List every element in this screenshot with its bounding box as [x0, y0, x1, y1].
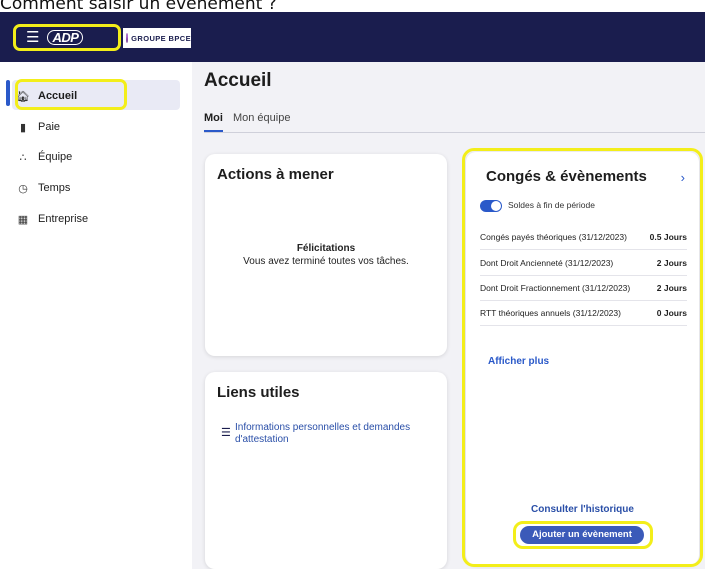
hamburger-icon[interactable]: ☰ — [26, 30, 39, 45]
tab-moi[interactable]: Moi — [204, 112, 223, 132]
tab-bar: Moi Mon équipe — [204, 112, 290, 132]
clock-icon: ◷ — [18, 182, 28, 195]
bpce-logo-icon — [126, 33, 129, 43]
useful-links-title: Liens utiles — [217, 384, 300, 401]
sidebar — [0, 62, 192, 569]
actions-message-title: Félicitations — [296, 243, 356, 254]
building-icon: ▦ — [17, 213, 29, 226]
brand-name: GROUPE BPCE — [131, 33, 191, 43]
tab-mon-equipe[interactable]: Mon équipe — [233, 112, 291, 132]
sidebar-item-temps[interactable]: ◷ Temps — [16, 178, 70, 198]
sidebar-item-label: Équipe — [38, 151, 73, 163]
useful-links-card: Liens utiles ☰ Informations personnelles… — [205, 372, 447, 569]
menu-highlight: ☰ ADP — [13, 24, 121, 51]
add-event-highlight — [513, 521, 653, 549]
adp-logo: ADP — [47, 30, 84, 45]
actions-message: Félicitations Vous avez terminé toutes v… — [205, 242, 447, 268]
tabs-divider — [204, 132, 705, 133]
team-icon: ∴ — [19, 151, 27, 164]
sidebar-item-label: Paie — [38, 121, 61, 133]
sidebar-item-label: Temps — [38, 182, 71, 194]
sidebar-active-indicator — [6, 80, 10, 106]
sidebar-item-equipe[interactable]: ∴ Équipe — [16, 147, 73, 167]
actions-message-body: Vous avez terminé toutes vos tâches. — [243, 256, 409, 267]
database-icon: ☰ — [221, 427, 231, 439]
sidebar-item-entreprise[interactable]: ▦ Entreprise — [16, 209, 88, 229]
page-title: Accueil — [204, 70, 272, 91]
money-icon: ▮ — [19, 121, 27, 134]
actions-card: Actions à mener Félicitations Vous avez … — [205, 154, 447, 356]
link-personal-info[interactable]: ☰ Informations personnelles et demandes … — [221, 422, 440, 446]
top-bar: ☰ ADP GROUPE BPCE — [0, 12, 705, 62]
brand-logo: GROUPE BPCE — [123, 28, 191, 48]
accueil-highlight — [15, 79, 127, 110]
link-label: Informations personnelles et demandes d'… — [235, 422, 411, 445]
sidebar-item-label: Entreprise — [38, 213, 89, 225]
leave-card-highlight — [462, 148, 703, 567]
actions-card-title: Actions à mener — [217, 166, 334, 183]
sidebar-item-paie[interactable]: ▮ Paie — [16, 117, 60, 137]
